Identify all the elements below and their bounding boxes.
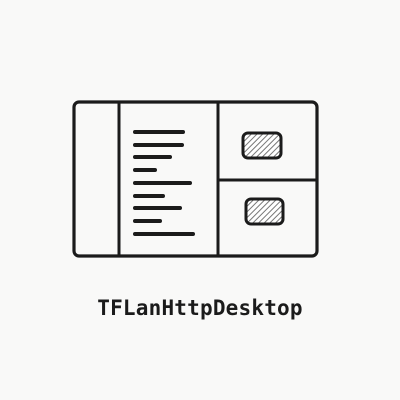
- icon-caption: TFLanHttpDesktop: [97, 296, 303, 320]
- top-tile: [241, 131, 283, 160]
- bottom-tile: [244, 197, 285, 226]
- list-lines: [133, 130, 195, 236]
- illustration-canvas: TFLanHttpDesktop: [0, 0, 400, 400]
- desktop-window-icon: [72, 100, 319, 258]
